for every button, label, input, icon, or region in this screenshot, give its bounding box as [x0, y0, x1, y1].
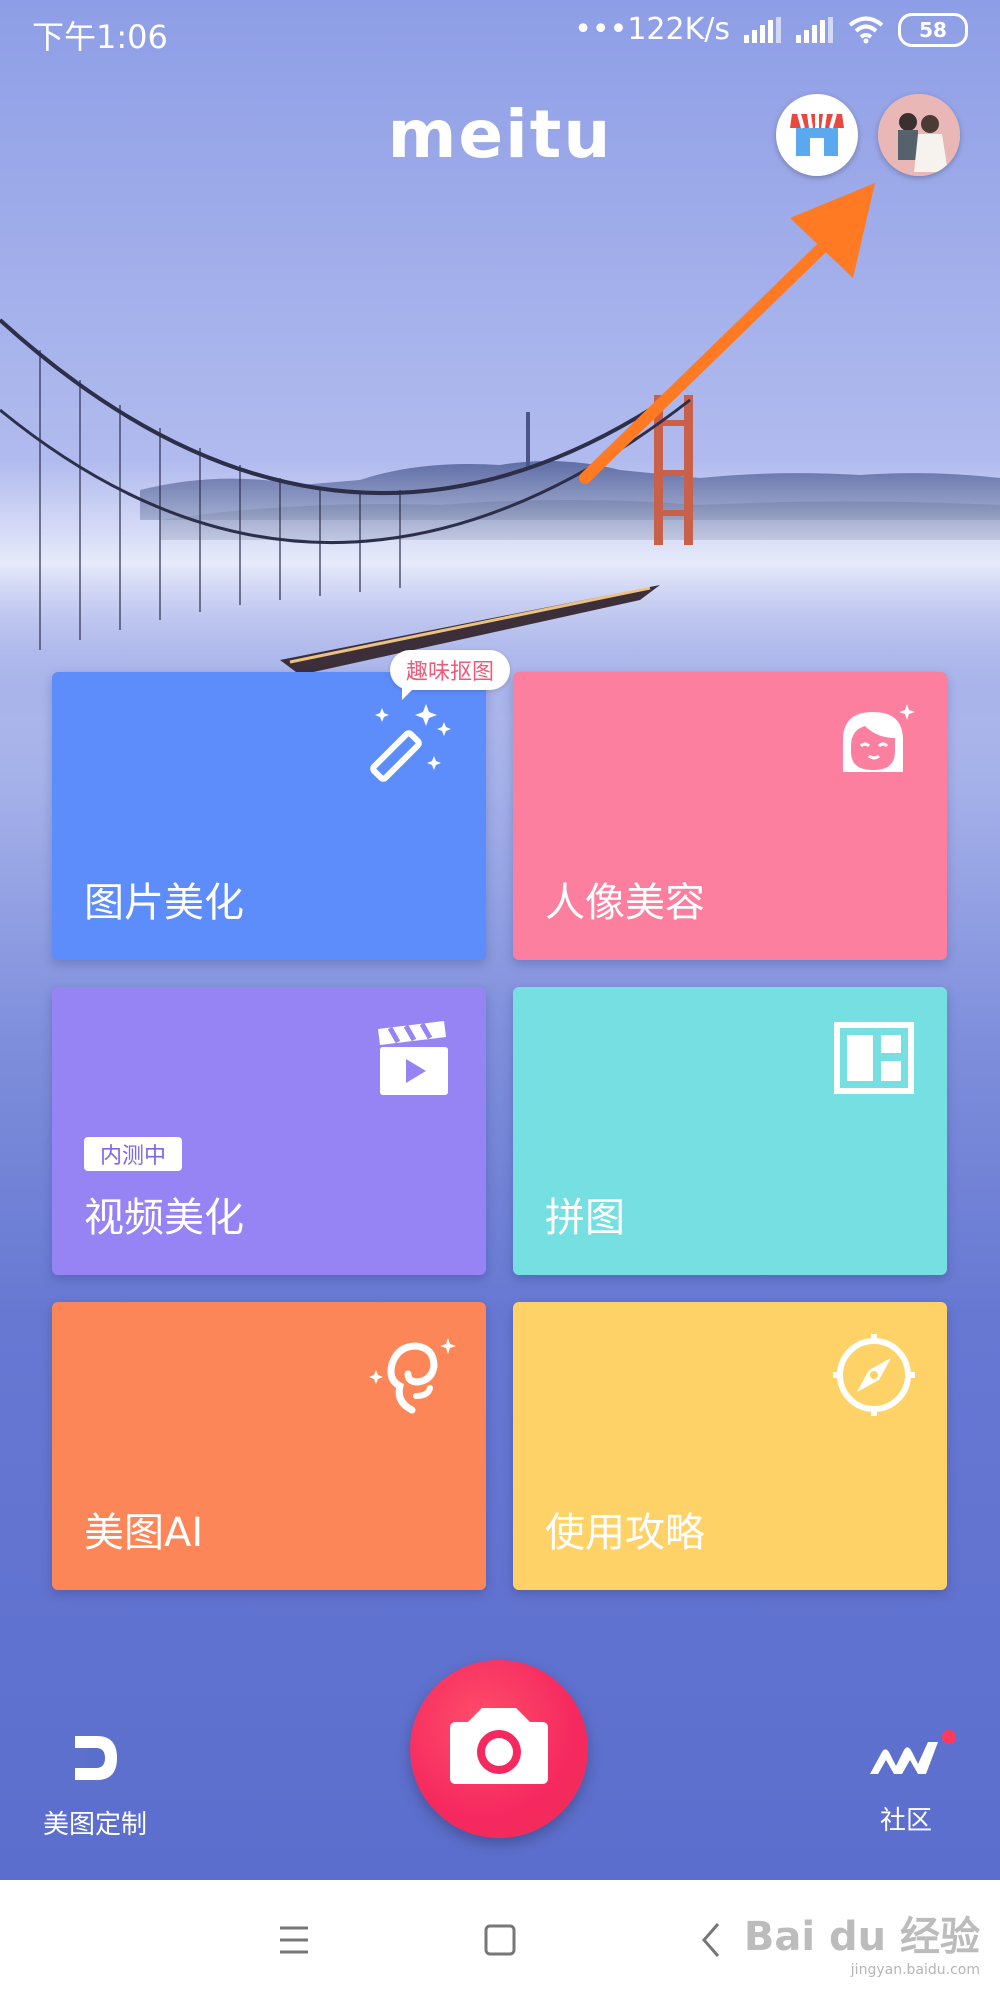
- store-button[interactable]: [776, 94, 858, 176]
- tile-label: 拼图: [545, 1195, 625, 1241]
- fun-cutout-bubble[interactable]: 趣味抠图: [390, 650, 511, 700]
- collage-icon: [834, 1022, 914, 1094]
- battery-indicator: 58: [898, 12, 968, 47]
- signal-icon: [744, 16, 781, 43]
- ai-swirl-icon: [369, 1338, 456, 1414]
- tile-video-beautify[interactable]: 内测中 视频美化: [52, 987, 486, 1275]
- meitu-custom-button[interactable]: 美图定制: [15, 1730, 175, 1841]
- face-icon: [843, 704, 915, 772]
- community-button[interactable]: 社区: [826, 1730, 986, 1837]
- tile-meitu-ai[interactable]: 美图AI: [52, 1302, 486, 1590]
- community-icon: [870, 1742, 938, 1774]
- avatar-icon: [878, 94, 960, 176]
- tile-label: 美图AI: [84, 1510, 204, 1556]
- tile-label: 使用攻略: [545, 1510, 705, 1556]
- network-speed: •••122K/s: [574, 12, 730, 47]
- watermark-url: jingyan.baidu.com: [850, 1962, 980, 1978]
- status-icons: •••122K/s 58: [574, 12, 968, 47]
- notification-dot: [942, 1730, 956, 1744]
- avatar-button[interactable]: [878, 94, 960, 176]
- baidu-watermark: Bai du 经验 jingyan.baidu.com: [744, 1904, 980, 1978]
- back-icon[interactable]: [680, 1908, 744, 1972]
- home-icon[interactable]: [468, 1908, 532, 1972]
- tile-label: 人像美容: [545, 880, 705, 926]
- tile-usage-guide[interactable]: 使用攻略: [513, 1302, 947, 1590]
- watermark-text: Bai du 经验: [743, 1914, 980, 1960]
- clapper-icon: [378, 1021, 448, 1095]
- tile-photo-beautify[interactable]: 图片美化: [52, 672, 486, 960]
- camera-button[interactable]: [410, 1660, 588, 1838]
- status-time: 下午1:06: [32, 18, 168, 56]
- tile-label: 视频美化: [84, 1195, 244, 1241]
- tile-collage[interactable]: 拼图: [513, 987, 947, 1275]
- community-label: 社区: [879, 1806, 932, 1836]
- wifi-icon: [848, 16, 884, 43]
- status-bar: 下午1:06 •••122K/s 58: [0, 0, 1000, 64]
- beta-badge: 内测中: [84, 1137, 183, 1171]
- annotation-arrow: [579, 183, 875, 484]
- magic-wand-icon: [370, 704, 451, 782]
- compass-icon: [833, 1334, 915, 1416]
- system-nav-bar: Bai du 经验 jingyan.baidu.com: [0, 1880, 1000, 2000]
- menu-icon[interactable]: [262, 1908, 326, 1972]
- custom-label: 美图定制: [42, 1810, 147, 1840]
- tile-portrait-beauty[interactable]: 人像美容: [513, 672, 947, 960]
- camera-icon: [450, 1708, 548, 1784]
- store-icon: [790, 113, 844, 156]
- tile-label: 图片美化: [84, 880, 244, 926]
- custom-d-icon: [75, 1736, 117, 1780]
- signal-icon: [796, 16, 833, 43]
